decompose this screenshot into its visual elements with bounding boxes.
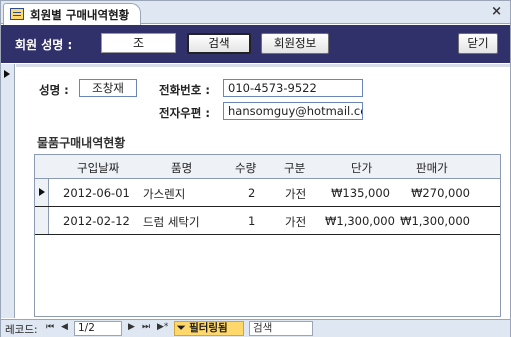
column-header-sale-price: 판매가: [416, 161, 448, 175]
column-header-quantity: 수량: [235, 161, 257, 175]
current-record-arrow-icon: [4, 70, 10, 78]
name-label: 성명 :: [39, 83, 69, 97]
cell-sale-price[interactable]: ₩1,300,000: [398, 214, 470, 228]
form-icon: [10, 8, 24, 20]
document-tab[interactable]: 회원별 구매내역현황: [3, 3, 141, 25]
member-name-input[interactable]: 조: [101, 33, 176, 53]
detail-divider: [16, 64, 510, 67]
row-selector[interactable]: [35, 207, 49, 234]
cell-date[interactable]: 2012-06-01: [63, 186, 130, 200]
cell-category[interactable]: 가전: [285, 214, 306, 230]
previous-record-icon[interactable]: ◀: [61, 322, 68, 332]
purchase-history-title: 물품구매내역현황: [37, 136, 126, 150]
email-field[interactable]: hansomguy@hotmail.co.kr: [223, 102, 363, 120]
table-header: 구입날짜 품명 수량 구분 단가 판매가: [35, 155, 500, 179]
row-selector[interactable]: [35, 179, 49, 206]
column-header-unit-price: 단가: [351, 161, 373, 175]
record-position-input[interactable]: 1/2: [74, 321, 122, 336]
record-label: 레코드:: [5, 324, 38, 336]
table-row[interactable]: 2012-06-01 가스렌지 2 가전 ₩135,000 ₩270,000: [35, 179, 500, 207]
cell-date[interactable]: 2012-02-12: [63, 214, 130, 228]
cell-unit-price[interactable]: ₩135,000: [325, 186, 390, 200]
cell-sale-price[interactable]: ₩270,000: [398, 186, 470, 200]
search-button[interactable]: 검색: [187, 33, 251, 54]
phone-field[interactable]: 010-4573-9522: [223, 79, 363, 97]
filter-status-button[interactable]: ⏷ 필터링됨: [174, 321, 244, 336]
phone-label: 전화번호 :: [159, 83, 210, 97]
cell-item[interactable]: 가스렌지: [143, 186, 185, 202]
email-label: 전자우편 :: [159, 106, 210, 120]
table-row[interactable]: 2012-02-12 드럼 세탁기 1 가전 ₩1,300,000 ₩1,300…: [35, 207, 500, 235]
cell-quantity[interactable]: 2: [248, 186, 255, 200]
close-tab-icon[interactable]: ×: [491, 4, 502, 19]
tab-title: 회원별 구매내역현황: [30, 8, 130, 22]
document-tab-strip: 회원별 구매내역현황 ×: [1, 1, 510, 25]
record-navigation-bar: 레코드: ⏮ ◀ 1/2 ▶ ⏭ ▶* ⏷ 필터링됨 검색: [1, 319, 510, 337]
column-header-item: 품명: [171, 161, 193, 175]
last-record-icon[interactable]: ⏭: [142, 322, 150, 332]
close-button[interactable]: 닫기: [458, 33, 498, 54]
cell-quantity[interactable]: 1: [248, 214, 255, 228]
cell-item[interactable]: 드럼 세탁기: [143, 214, 200, 230]
filter-status-label: 필터링됨: [189, 322, 228, 334]
cell-category[interactable]: 가전: [285, 186, 306, 202]
column-header-category: 구분: [284, 161, 306, 175]
cell-unit-price[interactable]: ₩1,300,000: [325, 214, 395, 228]
record-selector[interactable]: [1, 64, 15, 318]
new-record-icon[interactable]: ▶*: [157, 322, 168, 332]
name-field[interactable]: 조창재: [79, 79, 137, 97]
purchase-subform: 구입날짜 품명 수량 구분 단가 판매가 2012-06-01 가스렌지 2 가…: [34, 154, 501, 317]
record-search-input[interactable]: 검색: [249, 321, 313, 336]
form-window: 회원별 구매내역현황 × 회원 성명 : 조 검색 회원정보 닫기 성명 : 조…: [0, 0, 511, 337]
column-header-date: 구입날짜: [77, 161, 120, 175]
filter-icon: ⏷: [177, 322, 190, 334]
current-row-arrow-icon: [39, 188, 45, 196]
first-record-icon[interactable]: ⏮: [46, 322, 54, 332]
member-info-button[interactable]: 회원정보: [261, 33, 329, 54]
next-record-icon[interactable]: ▶: [128, 322, 135, 332]
member-name-label: 회원 성명 :: [15, 38, 73, 52]
form-header: 회원 성명 : 조 검색 회원정보 닫기: [1, 25, 510, 63]
